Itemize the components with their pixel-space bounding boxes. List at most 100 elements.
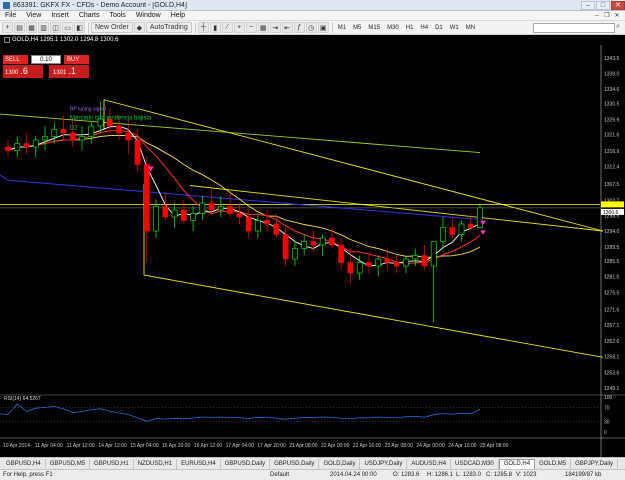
sell-button[interactable]: SELL xyxy=(3,55,28,64)
mdi-restore-icon[interactable]: ❐ xyxy=(603,12,611,19)
timeframe-m15[interactable]: M15 xyxy=(365,22,383,33)
menu-tools[interactable]: Tools xyxy=(104,12,130,19)
time-tick-label: 24 Apr 16:00 xyxy=(448,443,477,449)
candle-body xyxy=(393,262,400,267)
candle-body xyxy=(125,132,132,141)
time-tick-label: 17 Apr 20:00 xyxy=(257,443,286,449)
periods-icon[interactable]: ◷ xyxy=(305,22,317,33)
trendline-upper xyxy=(103,99,604,232)
time-tick-label: 14 Apr 12:00 xyxy=(98,443,127,449)
candle-body xyxy=(143,164,150,232)
menu-help[interactable]: Help xyxy=(166,12,190,19)
buy-label: BUY xyxy=(67,56,80,63)
candlestick-icon[interactable]: ▮ xyxy=(209,22,221,33)
autoscroll-icon[interactable]: ⇥ xyxy=(269,22,281,33)
price-tick-label: 1281.0 xyxy=(604,275,620,281)
chart-tab[interactable]: USDCAD,M30 xyxy=(451,458,499,469)
price-chart[interactable]: 1343.5 1339.0 1334.6 1330.5 1325.9 1321.6 1316… xyxy=(0,45,625,457)
strategy-tester-icon[interactable]: ◧ xyxy=(74,22,85,33)
status-datetime: 2014.04.24 00:00 xyxy=(330,472,377,478)
zoom-in-icon[interactable]: + xyxy=(233,22,245,33)
candle-body xyxy=(440,227,446,242)
timeframe-m30[interactable]: M30 xyxy=(384,22,402,33)
sell-label: SELL xyxy=(5,56,20,63)
market-watch-icon[interactable]: ▦ xyxy=(26,22,37,33)
sell-price[interactable]: 1300.6 xyxy=(3,65,43,78)
volume-input[interactable]: 0.10 xyxy=(31,55,61,64)
new-order-button[interactable]: New Order xyxy=(91,22,133,33)
price-tick-label: 1343.5 xyxy=(604,56,620,62)
candle-body xyxy=(88,125,95,137)
candle-body xyxy=(227,206,233,214)
signal-arrow xyxy=(480,230,486,235)
chart-tab[interactable]: GBPUSD,H1 xyxy=(90,458,134,469)
new-chart-icon[interactable]: + xyxy=(2,22,13,33)
chart-tab[interactable]: GOLD,Daily xyxy=(319,458,361,469)
timeframe-d1[interactable]: D1 xyxy=(432,22,446,33)
bar-chart-icon[interactable]: ┼ xyxy=(197,22,209,33)
chart-tab[interactable]: GOLD,H4 xyxy=(498,458,536,469)
minimize-button[interactable]: – xyxy=(581,0,595,10)
profiles-icon[interactable]: ▤ xyxy=(14,22,25,33)
status-bar: For Help, press F1 Default 2014.04.24 00… xyxy=(0,469,625,480)
price-tick-label: 1321.6 xyxy=(604,132,620,138)
menu-view[interactable]: View xyxy=(21,12,46,19)
timeframe-m1[interactable]: M1 xyxy=(335,22,349,33)
buy-button[interactable]: BUY xyxy=(64,55,89,64)
timeframe-h1[interactable]: H1 xyxy=(403,22,417,33)
candle-body xyxy=(449,227,456,235)
timeframe-mn[interactable]: MN xyxy=(463,22,478,33)
chart-tab[interactable]: GBPUSD,Daily xyxy=(270,458,320,469)
autotrading-button[interactable]: AutoTrading xyxy=(145,22,192,33)
chart-tab[interactable]: GBPUSD,M5 xyxy=(46,458,91,469)
price-tick-label: 1271.6 xyxy=(604,307,620,313)
chart-area[interactable]: 1343.5 1339.0 1334.6 1330.5 1325.9 1321.6 1316… xyxy=(0,45,625,457)
sell-price-prefix: 1300 xyxy=(5,70,19,76)
chart-tab[interactable]: GBPUSD,H4 xyxy=(2,458,46,469)
templates-icon[interactable]: ▣ xyxy=(317,22,329,33)
price-tick-label: 1312.4 xyxy=(604,165,620,171)
candle-body xyxy=(42,136,48,141)
timeframe-w1[interactable]: W1 xyxy=(447,22,462,33)
ma-blue xyxy=(0,174,481,220)
search-icon[interactable]: ⌕ xyxy=(616,23,624,33)
close-button[interactable]: ✕ xyxy=(611,0,625,10)
metaeditor-icon[interactable]: ◆ xyxy=(133,22,145,33)
menu-charts[interactable]: Charts xyxy=(74,12,105,19)
candle-body xyxy=(403,258,409,267)
time-tick-label: 11 Apr 12:00 xyxy=(67,443,95,449)
timeframe-m5[interactable]: M5 xyxy=(350,22,364,33)
time-tick-label: 24 Apr 00:00 xyxy=(416,443,445,449)
candle-body xyxy=(153,206,159,232)
mdi-minimize-icon[interactable]: – xyxy=(593,12,601,19)
mdi-close-icon[interactable]: ✕ xyxy=(613,12,621,19)
maximize-button[interactable]: □ xyxy=(596,0,610,10)
candle-body xyxy=(329,237,335,246)
buy-price[interactable]: 1301.1 xyxy=(49,65,89,78)
chart-tab[interactable]: GOLD,M5 xyxy=(535,458,572,469)
chart-tab[interactable]: USDJPY,Daily xyxy=(360,458,408,469)
candle-body xyxy=(236,213,243,218)
terminal-icon[interactable]: ▭ xyxy=(62,22,73,33)
data-window-icon[interactable]: ▥ xyxy=(38,22,49,33)
search-input[interactable] xyxy=(533,23,615,33)
line-chart-icon[interactable]: ⁄ xyxy=(221,22,233,33)
rsi-label: RSI(14) 64.5267 xyxy=(4,396,41,402)
menu-insert[interactable]: Insert xyxy=(46,12,74,19)
tile-windows-icon[interactable]: ▦ xyxy=(257,22,269,33)
navigator-icon[interactable]: ◫ xyxy=(50,22,61,33)
chart-tab[interactable]: EURUSD,H4 xyxy=(177,458,221,469)
zoom-out-icon[interactable]: − xyxy=(245,22,257,33)
chart-tab[interactable]: GBPJPY,Daily xyxy=(571,458,618,469)
price-tick-label: 1267.1 xyxy=(604,323,620,329)
price-tick-label: 1307.5 xyxy=(604,182,620,188)
menu-file[interactable]: File xyxy=(0,12,21,19)
chart-tab[interactable]: AUDUSD,H4 xyxy=(407,458,452,469)
chart-shift-icon[interactable]: ⇤ xyxy=(281,22,293,33)
menu-window[interactable]: Window xyxy=(131,12,166,19)
timeframe-h4[interactable]: H4 xyxy=(417,22,431,33)
chart-tab[interactable]: NZDUSD,H1 xyxy=(134,458,178,469)
mdi-controls: – ❐ ✕ xyxy=(593,12,625,20)
chart-tab[interactable]: GBPUSD,Daily xyxy=(221,458,271,469)
indicators-icon[interactable]: ƒ xyxy=(293,22,305,33)
